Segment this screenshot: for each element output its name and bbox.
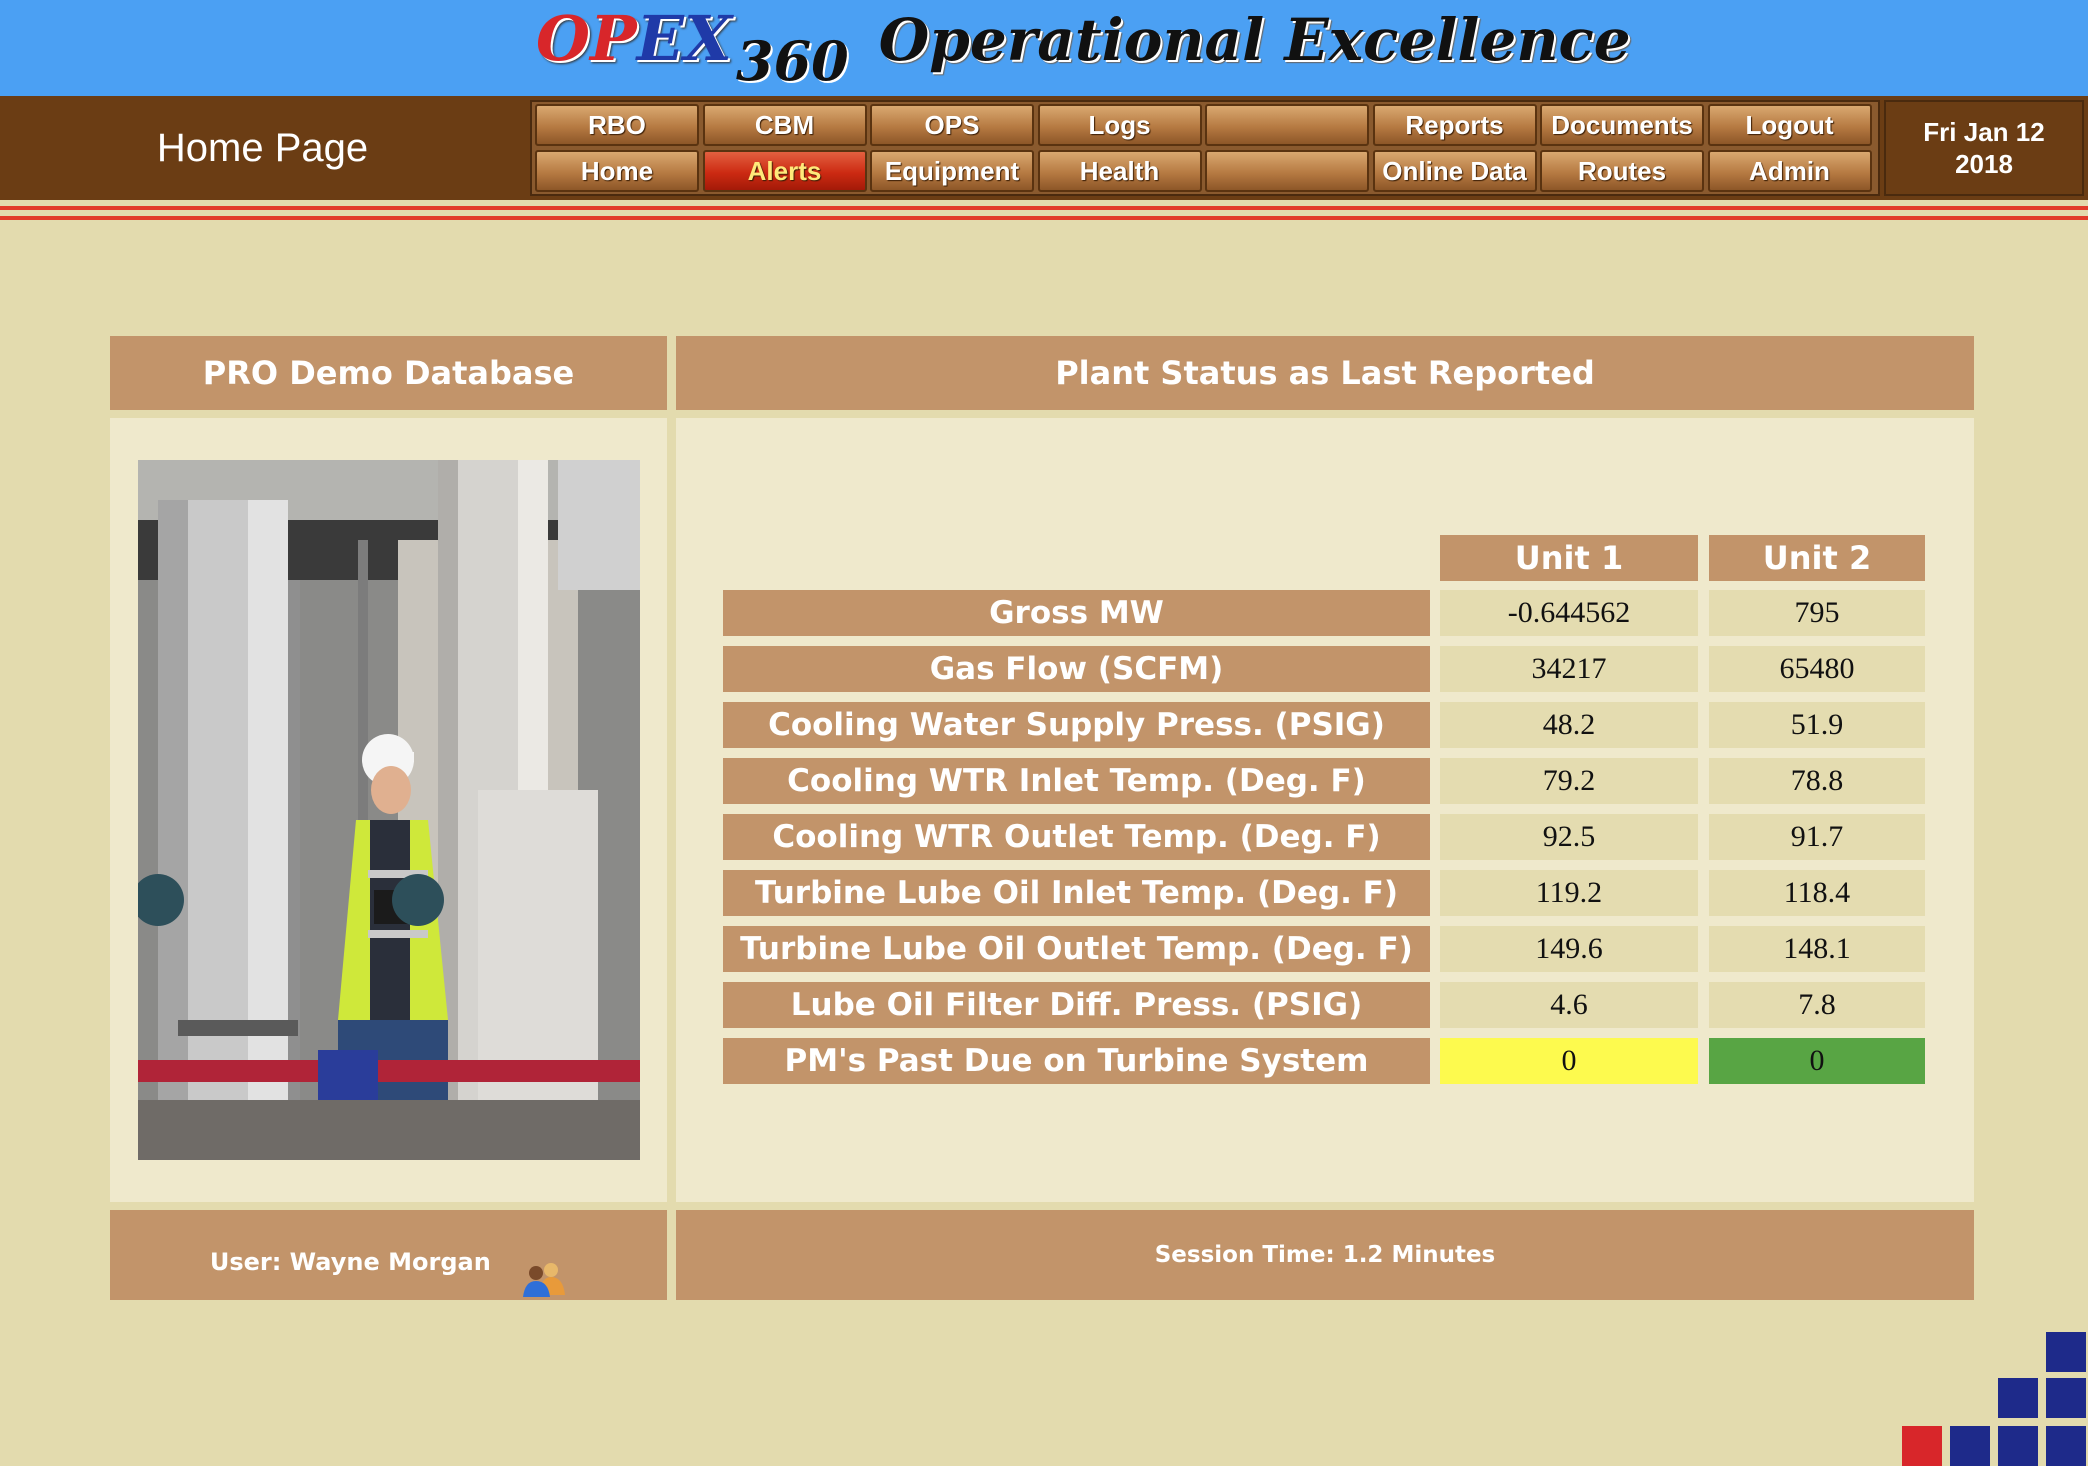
- page-title: Home Page: [156, 126, 369, 170]
- row-label: Lube Oil Filter Diff. Press. (PSIG): [723, 982, 1430, 1028]
- nav-button-logs[interactable]: Logs: [1037, 104, 1202, 146]
- date-year: 2018: [1955, 149, 2013, 179]
- session-time: Session Time: 1.2 Minutes: [1154, 1242, 1496, 1268]
- row-label: Gas Flow (SCFM): [723, 646, 1430, 692]
- row-label: Cooling WTR Outlet Temp. (Deg. F): [723, 814, 1430, 860]
- unit1-value: 79.2: [1440, 758, 1698, 804]
- app-title: Operational Excellence: [878, 6, 1631, 74]
- unit2-value: 65480: [1709, 646, 1925, 692]
- nav-button-ops[interactable]: OPS: [870, 104, 1034, 146]
- unit1-value: 92.5: [1440, 814, 1698, 860]
- nav-button-equipment[interactable]: Equipment: [870, 150, 1034, 192]
- plant-status-title: Plant Status as Last Reported: [676, 336, 1974, 410]
- nav-button-cbm[interactable]: CBM: [702, 104, 867, 146]
- nav-button-health[interactable]: Health: [1037, 150, 1202, 192]
- brand-logo: OPEX360 Operational Excellence: [536, 2, 1631, 93]
- logo-op: OP: [536, 2, 637, 75]
- unit1-value: 34217: [1440, 646, 1698, 692]
- session-footer: Session Time: 1.2 Minutes: [676, 1210, 1974, 1300]
- unit1-value: -0.644562: [1440, 590, 1698, 636]
- user-name: User: Wayne Morgan: [209, 1248, 491, 1276]
- unit1-value: 4.6: [1440, 982, 1698, 1028]
- row-label: Cooling Water Supply Press. (PSIG): [723, 702, 1430, 748]
- row-label: Turbine Lube Oil Inlet Temp. (Deg. F): [723, 870, 1430, 916]
- row-label: Gross MW: [723, 590, 1430, 636]
- unit2-value: 7.8: [1709, 982, 1925, 1028]
- nav-grid: RBO CBM OPS Logs Reports Documents Logout Home A…: [530, 100, 1880, 196]
- unit2-value: 51.9: [1709, 702, 1925, 748]
- unit2-value: 91.7: [1709, 814, 1925, 860]
- unit2-value: 118.4: [1709, 870, 1925, 916]
- row-label: Cooling WTR Inlet Temp. (Deg. F): [723, 758, 1430, 804]
- row-label: Turbine Lube Oil Outlet Temp. (Deg. F): [723, 926, 1430, 972]
- users-icon[interactable]: [521, 1237, 567, 1297]
- unit2-header: Unit 2: [1709, 535, 1925, 581]
- date-day: Fri Jan 12: [1923, 117, 2045, 147]
- logo-ex: EX: [636, 2, 733, 75]
- nav-button-reports[interactable]: Reports: [1372, 104, 1537, 146]
- top-banner: OPEX360 Operational Excellence: [0, 0, 2088, 96]
- row-label: PM's Past Due on Turbine System: [723, 1038, 1430, 1084]
- unit1-value: 48.2: [1440, 702, 1698, 748]
- unit2-pm-status[interactable]: 0: [1709, 1038, 1925, 1084]
- nav-button-admin[interactable]: Admin: [1707, 150, 1872, 192]
- nav-button-documents[interactable]: Documents: [1540, 104, 1704, 146]
- nav-button-home[interactable]: Home: [535, 150, 699, 192]
- nav-button-empty: [1205, 104, 1369, 146]
- unit1-value: 119.2: [1440, 870, 1698, 916]
- unit1-pm-status[interactable]: 0: [1440, 1038, 1698, 1084]
- corner-decoration: [1900, 1330, 2088, 1466]
- logo-360: 360: [736, 29, 849, 93]
- database-title: PRO Demo Database: [110, 336, 667, 410]
- nav-button-online-data[interactable]: Online Data: [1372, 150, 1537, 192]
- nav-button-routes[interactable]: Routes: [1540, 150, 1704, 192]
- unit1-value: 149.6: [1440, 926, 1698, 972]
- nav-button-rbo[interactable]: RBO: [535, 104, 699, 146]
- divider-stripe-bottom: [0, 216, 2088, 220]
- nav-bar: Home Page RBO CBM OPS Logs Reports Documents L…: [0, 96, 2088, 200]
- user-footer: User: Wayne Morgan: [110, 1210, 667, 1300]
- date-display: Fri Jan 12 2018: [1884, 100, 2084, 196]
- unit2-value: 795: [1709, 590, 1925, 636]
- divider-stripe-top: [0, 206, 2088, 210]
- unit2-value: 78.8: [1709, 758, 1925, 804]
- nav-button-logout[interactable]: Logout: [1707, 104, 1872, 146]
- nav-button-empty: [1205, 150, 1369, 192]
- nav-button-alerts[interactable]: Alerts: [702, 150, 867, 192]
- unit2-value: 148.1: [1709, 926, 1925, 972]
- unit1-header: Unit 1: [1440, 535, 1698, 581]
- plant-photo: [138, 460, 640, 1160]
